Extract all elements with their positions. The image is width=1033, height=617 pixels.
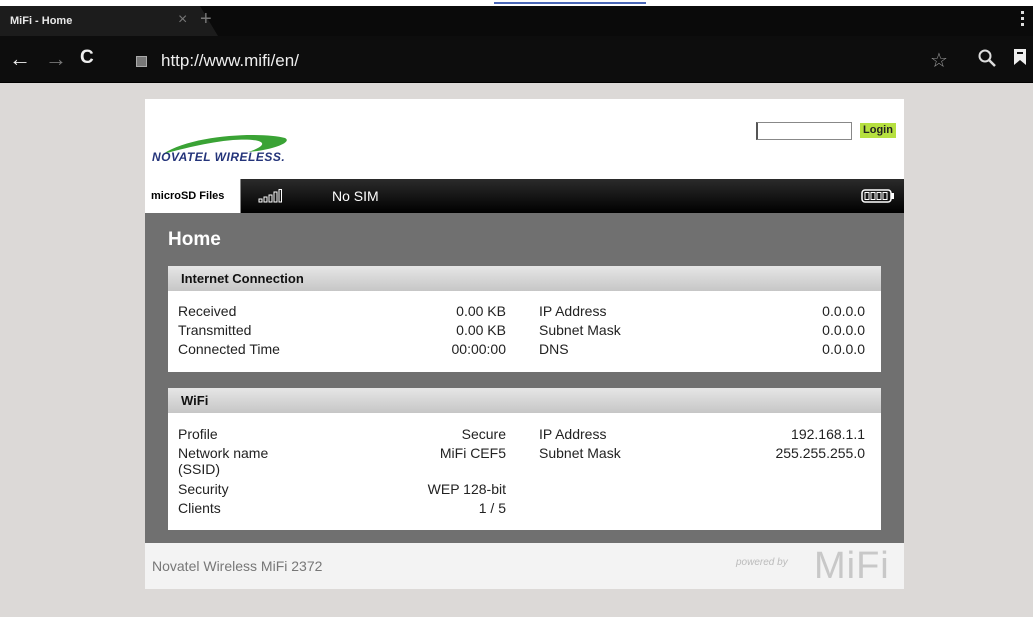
row-value: 0.0.0.0	[822, 322, 865, 338]
row-label: Subnet Mask	[539, 322, 621, 338]
panel-heading: Internet Connection	[168, 266, 881, 291]
row-label: Security	[178, 481, 229, 497]
search-icon[interactable]	[977, 48, 997, 68]
forward-icon[interactable]: →	[45, 46, 67, 72]
sim-status: No SIM	[332, 188, 379, 204]
microsd-files-label: microSD Files	[151, 190, 225, 202]
row-value: Secure	[461, 426, 506, 442]
underline-decoration	[494, 2, 646, 4]
menu-icon[interactable]	[1021, 11, 1025, 29]
row-value: 0.00 KB	[456, 303, 506, 319]
row-value: 255.255.255.0	[775, 445, 865, 461]
row-value: WEP 128-bit	[427, 481, 506, 497]
row-label: Subnet Mask	[539, 445, 621, 461]
powered-by-text: powered by	[736, 557, 788, 568]
main-content: Home Internet Connection Received 0.00 K…	[145, 213, 904, 543]
bookmark-icon[interactable]	[1014, 49, 1026, 65]
status-bar: microSD Files No SIM	[145, 179, 904, 213]
device-name: Novatel Wireless MiFi 2372	[152, 558, 323, 574]
back-icon[interactable]: ←	[9, 46, 31, 72]
url-field[interactable]: http://www.mifi/en/	[118, 42, 978, 76]
row-value: 1 / 5	[478, 500, 506, 516]
plus-icon[interactable]: +	[200, 8, 212, 31]
row-label: Network name (SSID)	[178, 445, 269, 477]
url-text[interactable]: http://www.mifi/en/	[161, 51, 299, 71]
page-header: NOVATEL WIRELESS. Login	[145, 99, 904, 179]
row-label: Connected Time	[178, 341, 280, 357]
page-title: Home	[168, 229, 221, 250]
row-label: Profile	[178, 426, 218, 442]
password-field[interactable]	[756, 122, 852, 140]
battery-icon	[861, 189, 894, 203]
row-label: Received	[178, 303, 237, 319]
internet-connection-panel: Internet Connection Received 0.00 KB Tra…	[168, 266, 881, 372]
login-button[interactable]: Login	[860, 123, 896, 138]
row-value: 0.00 KB	[456, 322, 506, 338]
router-page: NOVATEL WIRELESS. Login microSD Files No…	[145, 99, 904, 589]
close-icon[interactable]: ×	[178, 11, 187, 29]
mifi-logo: MiFi	[814, 545, 890, 587]
row-label: Transmitted	[178, 322, 252, 338]
address-bar: ← → C http://www.mifi/en/ ☆	[0, 36, 1033, 83]
reload-icon[interactable]: C	[80, 47, 94, 69]
row-label: IP Address	[539, 426, 607, 442]
row-label: DNS	[539, 341, 569, 357]
row-value: 0.0.0.0	[822, 303, 865, 319]
row-value: 00:00:00	[451, 341, 507, 357]
star-icon[interactable]: ☆	[930, 48, 948, 73]
microsd-files-button[interactable]: microSD Files	[145, 179, 241, 213]
signal-icon	[258, 189, 282, 203]
tab-title: MiFi - Home	[10, 15, 73, 27]
row-value: MiFi CEF5	[439, 445, 506, 461]
row-label: IP Address	[539, 303, 607, 319]
page-footer: Novatel Wireless MiFi 2372 powered by Mi…	[145, 543, 904, 589]
tab-bar: MiFi - Home × +	[0, 6, 1033, 36]
row-label: Clients	[178, 500, 221, 516]
row-value: 0.0.0.0	[822, 341, 865, 357]
company-logo: NOVATEL WIRELESS.	[152, 150, 286, 164]
favicon-icon	[136, 56, 147, 67]
wifi-panel: WiFi Profile Secure Network name (SSID) …	[168, 388, 881, 530]
panel-heading: WiFi	[168, 388, 881, 413]
row-value: 192.168.1.1	[791, 426, 865, 442]
